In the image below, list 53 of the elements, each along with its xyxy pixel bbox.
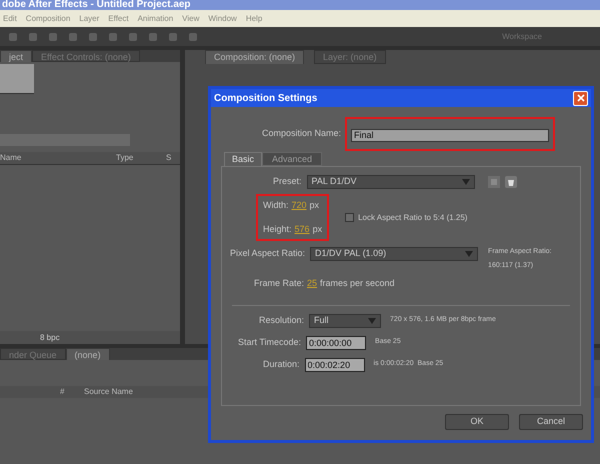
field-label: Preset: [273,175,302,188]
checkbox-label: Lock Aspect Ratio to 5:4 (1.25) [358,212,468,224]
field-label: Width: [263,199,289,212]
menu-item[interactable]: Help [246,12,262,24]
close-icon [576,94,584,102]
size-value[interactable]: 720 [292,199,307,212]
field-label: Composition Name: [262,127,342,140]
field-label: Start Timecode: [238,336,302,349]
dialog-button[interactable]: Cancel [519,414,583,430]
dialog-button[interactable]: OK [445,414,509,430]
caret-icon [368,318,376,324]
field-label: Duration: [263,358,300,371]
preset-dropdown[interactable]: PAL D1/DV [306,175,475,189]
dialog-title: Composition Settings [214,92,318,106]
duration-field[interactable]: 0:00:02:20 [304,358,365,372]
close-button[interactable] [573,90,588,106]
menu-item[interactable]: Animation [138,12,174,24]
lock-checkbox[interactable] [345,213,354,222]
column-header: S [166,152,172,164]
dialog-tab[interactable]: Advanced [262,152,322,166]
panel-tab[interactable]: Composition: (none) [205,50,304,64]
bit-depth-button[interactable]: 8 bpc [40,332,60,344]
thumbnail-placeholder [0,64,34,94]
resolution-dropdown[interactable]: Full [309,314,382,328]
column-header: Source Name [84,386,133,398]
frame-rate-value[interactable]: 25 [307,277,318,290]
column-header: Type [116,152,134,164]
column-header: Name [0,152,22,164]
field-label: Frame Rate: [254,277,304,290]
unit-label: frames per second [320,277,395,290]
caret-icon [465,251,474,257]
name-field[interactable]: Final [351,129,550,142]
start-timecode-field[interactable]: 0:00:00:00 [306,336,366,350]
menu-item[interactable]: Composition [26,12,70,24]
size-value[interactable]: 576 [294,222,310,236]
menu-item[interactable]: Layer [79,12,100,24]
field-label: Height: [263,222,292,236]
dialog-tab[interactable]: Basic [224,152,262,166]
menu-item[interactable]: Window [208,12,237,24]
menu-item[interactable]: View [182,12,200,24]
panel-tab[interactable]: ject [0,50,32,62]
unit-label: px [312,222,322,236]
pixel-aspect-dropdown[interactable]: D1/DV PAL (1.09) [310,247,478,261]
panel-tab[interactable]: (none) [66,348,110,360]
column-header: # [60,386,66,398]
caret-icon [462,179,470,185]
trash-icon[interactable] [504,176,517,188]
field-label: Resolution: [259,314,304,327]
menu-item[interactable]: Edit [3,12,17,24]
field-label: Pixel Aspect Ratio: [230,247,306,260]
unit-label: px [310,199,320,212]
menu-item[interactable]: Effect [108,12,129,24]
window-title: dobe After Effects - Untitled Project.aep [2,0,191,10]
